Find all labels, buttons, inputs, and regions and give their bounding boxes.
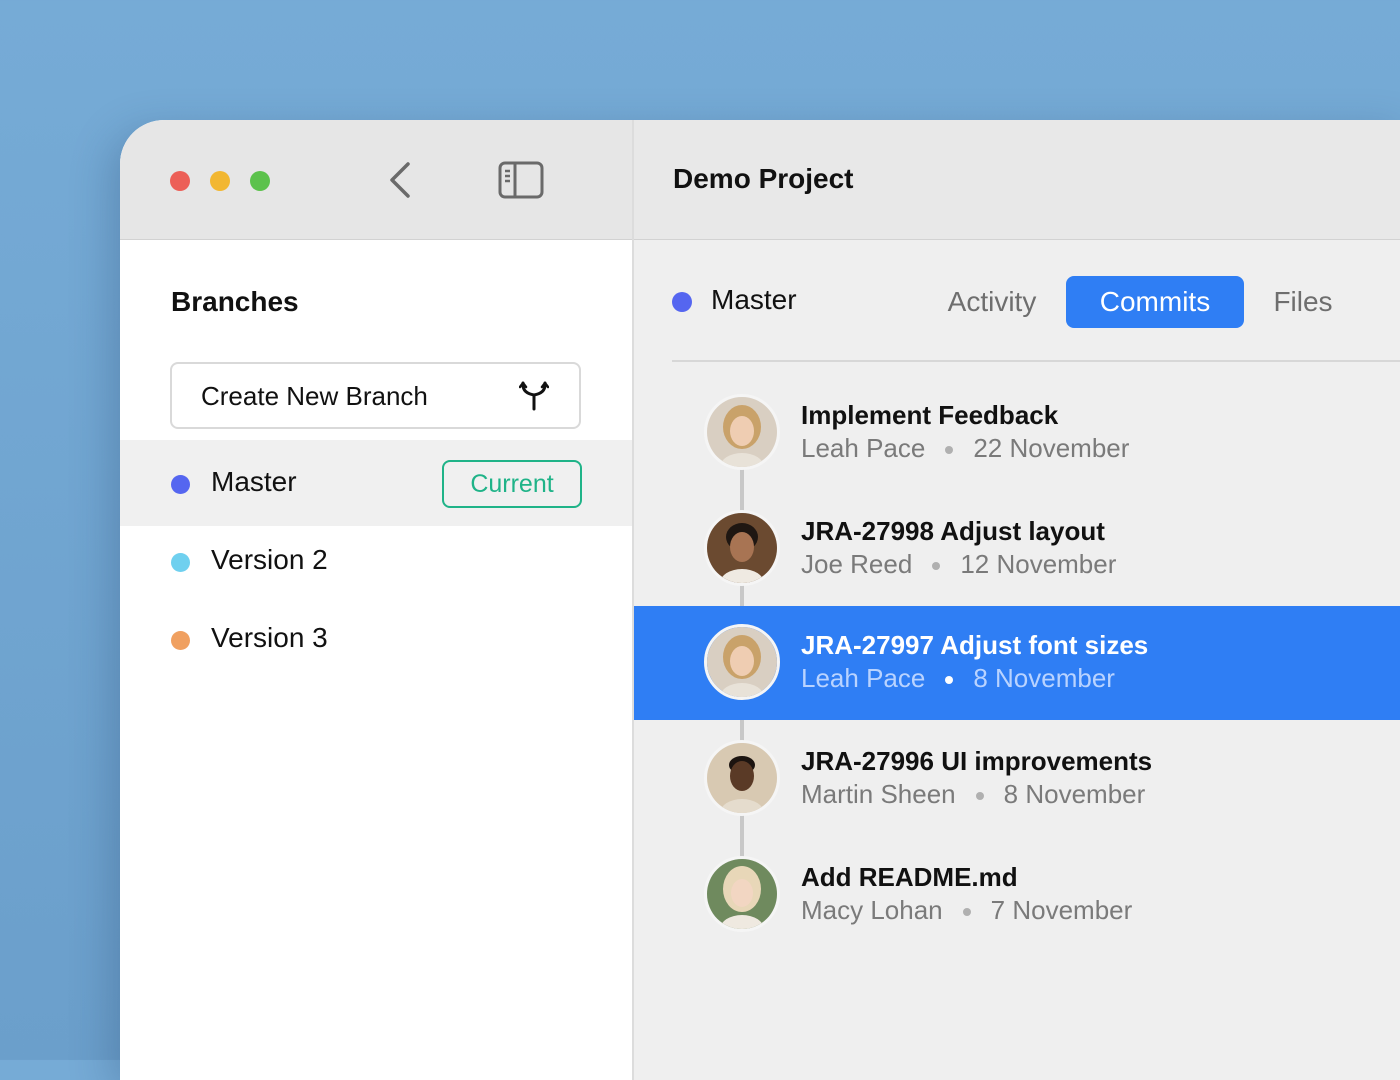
main-panel: Demo Project Master Activity Commits Fil…	[634, 120, 1400, 1080]
back-button[interactable]	[384, 158, 420, 202]
main-toolbar: Demo Project	[634, 120, 1400, 240]
commit-title: JRA-27998 Adjust layout	[801, 516, 1105, 546]
branch-item-version-2[interactable]: Version 2	[120, 516, 632, 602]
tab-activity[interactable]: Activity	[932, 276, 1052, 328]
chevron-left-icon	[390, 162, 410, 198]
commit-date: 7 November	[990, 895, 1133, 925]
minimize-window-button[interactable]	[210, 171, 230, 191]
branch-label: Master	[211, 466, 297, 497]
tab-files[interactable]: Files	[1258, 276, 1348, 328]
commit-author: Leah Pace	[801, 663, 926, 693]
commit-row[interactable]: JRA-27996 UI improvements Martin Sheen 8 …	[634, 722, 1400, 836]
commit-meta: Leah Pace 22 November	[801, 433, 1129, 464]
close-window-button[interactable]	[170, 171, 190, 191]
commit-author: Joe Reed	[801, 549, 913, 579]
create-new-branch-button[interactable]: Create New Branch	[170, 362, 581, 429]
branch-item-master[interactable]: Master Current	[120, 440, 632, 526]
separator-dot	[975, 792, 984, 801]
branch-label: Version 3	[211, 622, 328, 653]
avatar	[704, 856, 780, 932]
avatar	[704, 394, 780, 470]
branch-color-dot	[171, 475, 190, 494]
zoom-window-button[interactable]	[250, 171, 270, 191]
branch-label: Version 2	[211, 544, 328, 575]
commit-row-selected[interactable]: JRA-27997 Adjust font sizes Leah Pace 8 N…	[634, 606, 1400, 720]
avatar	[704, 510, 780, 586]
commit-title: JRA-27996 UI improvements	[801, 746, 1153, 776]
separator-dot	[962, 908, 971, 917]
sidebar-toggle-button[interactable]	[498, 161, 544, 199]
commit-meta: Macy Lohan 7 November	[801, 895, 1132, 926]
commit-meta: Joe Reed 12 November	[801, 549, 1116, 580]
branch-color-dot	[672, 292, 692, 312]
commit-date: 8 November	[973, 663, 1115, 693]
avatar	[704, 624, 780, 700]
app-window: Branches Create New Branch Master Curren…	[120, 120, 1400, 1080]
current-badge: Current	[442, 460, 582, 508]
commit-title: JRA-27997 Adjust font sizes	[801, 630, 1149, 660]
commit-title: Add README.md	[801, 862, 1018, 892]
commit-date: 12 November	[960, 549, 1117, 579]
branch-icon	[519, 381, 549, 411]
create-new-branch-label: Create New Branch	[201, 381, 428, 411]
sidebar-icon	[498, 161, 544, 199]
commit-title: Implement Feedback	[801, 400, 1059, 430]
sidebar: Branches Create New Branch Master Curren…	[120, 120, 632, 1080]
commit-author: Martin Sheen	[801, 779, 956, 809]
commit-author: Leah Pace	[801, 433, 926, 463]
selected-branch-label: Master	[711, 284, 797, 315]
commit-row[interactable]: JRA-27998 Adjust layout Joe Reed 12 Novem…	[634, 492, 1400, 606]
tabs-divider	[672, 360, 1400, 362]
commit-row[interactable]: Implement Feedback Leah Pace 22 November	[634, 376, 1400, 490]
separator-dot	[945, 446, 954, 455]
separator-dot	[932, 562, 941, 571]
commit-meta: Martin Sheen 8 November	[801, 779, 1145, 810]
commit-row[interactable]: Add README.md Macy Lohan 7 November	[634, 838, 1400, 952]
branches-heading: Branches	[171, 286, 299, 317]
separator-dot	[945, 676, 954, 685]
sidebar-toolbar	[120, 120, 632, 240]
tab-commits[interactable]: Commits	[1066, 276, 1244, 328]
commit-date: 22 November	[973, 433, 1130, 463]
commit-date: 8 November	[1003, 779, 1146, 809]
commit-meta: Leah Pace 8 November	[801, 663, 1115, 694]
avatar	[704, 740, 780, 816]
branch-color-dot	[171, 631, 190, 650]
commit-author: Macy Lohan	[801, 895, 943, 925]
branch-item-version-3[interactable]: Version 3	[120, 594, 632, 680]
project-title: Demo Project	[673, 163, 854, 194]
branch-color-dot	[171, 553, 190, 572]
